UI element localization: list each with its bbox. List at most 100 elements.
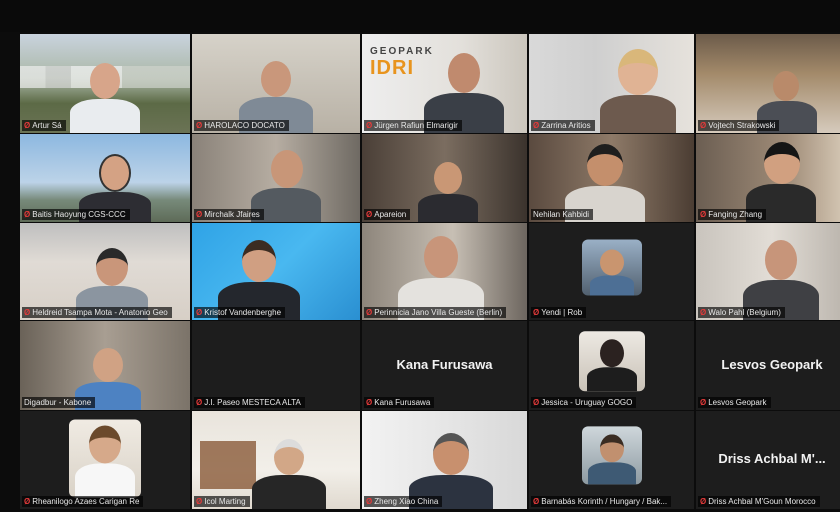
participant-name-tag: Ø Icol Marting: [194, 496, 250, 507]
participant-name: Nehilan Kahbidi: [533, 210, 590, 219]
mic-muted-icon: Ø: [533, 398, 540, 407]
participant-name: Apareion: [374, 210, 407, 219]
participant-name-tag: Ø HAROLACO DOCATO: [194, 120, 289, 131]
video-tile-active-speaker[interactable]: Nehilan Kahbidi: [529, 134, 694, 222]
participant-display-name: Driss Achbal M'...: [718, 451, 826, 466]
mic-muted-icon: Ø: [24, 308, 31, 317]
participant-avatar: [417, 162, 478, 222]
video-grid: Ø Artur Sá Ø HAROLACO DOCATO GEOPARK IDRI Ø…: [20, 34, 840, 512]
participant-name: Driss Achbal M'Goun Morocco: [708, 497, 816, 506]
participant-name: Jürgen Rafiun Elmarigir: [374, 121, 458, 130]
mic-muted-icon: Ø: [366, 398, 373, 407]
participant-avatar: [70, 63, 140, 133]
mic-muted-icon: Ø: [533, 121, 540, 130]
mic-muted-icon: Ø: [24, 210, 31, 219]
video-tile[interactable]: Ø Kristof Vandenberghe: [192, 223, 360, 320]
video-tile[interactable]: Digadbur - Kabone: [20, 321, 190, 410]
participant-display-name: Kana Furusawa: [396, 356, 493, 372]
mic-muted-icon: Ø: [366, 210, 373, 219]
participant-name: Rheanilogo Azaes Carigan Re: [32, 497, 140, 506]
mic-muted-icon: Ø: [533, 308, 540, 317]
video-tile[interactable]: Ø Icol Marting: [192, 411, 360, 509]
participant-name-tag: Ø Kristof Vandenberghe: [194, 307, 286, 318]
mic-muted-icon: Ø: [700, 308, 707, 317]
participant-thumbnail: [581, 239, 642, 296]
participant-name-tag: Ø Fanging Zhang: [698, 209, 767, 220]
video-tile[interactable]: GEOPARK IDRI Ø Jürgen Rafiun Elmarigir: [362, 34, 527, 133]
mic-muted-icon: Ø: [366, 308, 373, 317]
video-tile[interactable]: Ø Yendi | Rob: [529, 223, 694, 320]
participant-name: Kristof Vandenberghe: [204, 308, 282, 317]
screen-bezel: [0, 0, 840, 32]
video-tile[interactable]: Ø Zheng Xiao China: [362, 411, 527, 509]
mic-muted-icon: Ø: [700, 398, 707, 407]
video-tile[interactable]: Kana Furusawa Ø Kana Furusawa: [362, 321, 527, 410]
mic-muted-icon: Ø: [196, 497, 203, 506]
participant-name-tag: Ø J.I. Paseo MESTECA ALTA: [194, 397, 305, 408]
video-tile[interactable]: Lesvos Geopark Ø Lesvos Geopark: [696, 321, 840, 410]
video-tile[interactable]: Ø Heldreid Tsampa Mota - Anatonio Geo: [20, 223, 190, 320]
video-tile[interactable]: Ø Mirchalk Jfaires: [192, 134, 360, 222]
participant-name: HAROLACO DOCATO: [204, 121, 285, 130]
participant-name: Zheng Xiao China: [374, 497, 439, 506]
video-tile[interactable]: Driss Achbal M'... Ø Driss Achbal M'Goun …: [696, 411, 840, 509]
participant-name-tag: Ø Jürgen Rafiun Elmarigir: [364, 120, 462, 131]
mic-muted-icon: Ø: [700, 497, 707, 506]
participant-name: Icol Marting: [204, 497, 246, 506]
mic-muted-icon: Ø: [24, 497, 31, 506]
participant-name: Lesvos Geopark: [708, 398, 767, 407]
mic-muted-icon: Ø: [196, 210, 203, 219]
video-tile[interactable]: Ø Barnabás Korinth / Hungary / Bak...: [529, 411, 694, 509]
participant-name-tag: Digadbur - Kabone: [22, 397, 96, 408]
video-tile[interactable]: Ø Fanging Zhang: [696, 134, 840, 222]
participant-name: Vojtech Strakowski: [708, 121, 776, 130]
participant-avatar: [252, 439, 327, 509]
participant-name: Heldreid Tsampa Mota - Anatonio Geo: [32, 308, 168, 317]
participant-name: Kana Furusawa: [374, 398, 431, 407]
participant-name-tag: Ø Rheanilogo Azaes Carigan Re: [22, 496, 144, 507]
video-tile[interactable]: Ø Zarrina Aritios: [529, 34, 694, 133]
video-tile[interactable]: Ø Artur Sá: [20, 34, 190, 133]
participant-name-tag: Ø Barnabás Korinth / Hungary / Bak...: [531, 496, 672, 507]
participant-name-tag: Nehilan Kahbidi: [531, 209, 594, 220]
participant-name-tag: Ø Mirchalk Jfaires: [194, 209, 264, 220]
mic-muted-icon: Ø: [533, 497, 540, 506]
participant-name: Zarrina Aritios: [541, 121, 591, 130]
participant-name-tag: Ø Kana Furusawa: [364, 397, 435, 408]
participant-name: Perinnicia Jano Villa Gueste (Berlin): [374, 308, 503, 317]
participant-name-tag: Ø Jessica - Uruguay GOGO: [531, 397, 637, 408]
mic-muted-icon: Ø: [700, 121, 707, 130]
participant-name: Digadbur - Kabone: [24, 398, 92, 407]
video-tile[interactable]: Ø Jessica - Uruguay GOGO: [529, 321, 694, 410]
video-tile[interactable]: Ø Apareion: [362, 134, 527, 222]
participant-name: Baitis Haoyung CGS-CCC: [32, 210, 126, 219]
video-tile[interactable]: Ø Rheanilogo Azaes Carigan Re: [20, 411, 190, 509]
participant-name-tag: Ø Yendi | Rob: [531, 307, 587, 318]
video-tile[interactable]: Ø Perinnicia Jano Villa Gueste (Berlin): [362, 223, 527, 320]
participant-name-tag: Ø Perinnicia Jano Villa Gueste (Berlin): [364, 307, 507, 318]
participant-name: Fanging Zhang: [708, 210, 763, 219]
mic-muted-icon: Ø: [366, 121, 373, 130]
video-tile[interactable]: Ø J.I. Paseo MESTECA ALTA: [192, 321, 360, 410]
mic-muted-icon: Ø: [196, 121, 203, 130]
mic-muted-icon: Ø: [24, 121, 31, 130]
participant-name-tag: Ø Vojtech Strakowski: [698, 120, 780, 131]
participant-name-tag: Ø Baitis Haoyung CGS-CCC: [22, 209, 130, 220]
video-tile[interactable]: Ø HAROLACO DOCATO: [192, 34, 360, 133]
participant-name: Walo Pahl (Belgium): [708, 308, 781, 317]
participant-name: Artur Sá: [32, 121, 62, 130]
mic-muted-icon: Ø: [196, 308, 203, 317]
participant-name-tag: Ø Zheng Xiao China: [364, 496, 443, 507]
participant-name-tag: Ø Artur Sá: [22, 120, 66, 131]
video-tile[interactable]: Ø Vojtech Strakowski: [696, 34, 840, 133]
participant-name-tag: Ø Zarrina Aritios: [531, 120, 595, 131]
participant-name-tag: Ø Walo Pahl (Belgium): [698, 307, 785, 318]
video-tile[interactable]: Ø Baitis Haoyung CGS-CCC: [20, 134, 190, 222]
video-tile[interactable]: Ø Walo Pahl (Belgium): [696, 223, 840, 320]
participant-name: Mirchalk Jfaires: [204, 210, 260, 219]
participant-avatar: [599, 49, 676, 133]
participant-thumbnail: [578, 330, 645, 391]
participant-name-tag: Ø Apareion: [364, 209, 411, 220]
participant-name-tag: Ø Driss Achbal M'Goun Morocco: [698, 496, 820, 507]
participant-name: J.I. Paseo MESTECA ALTA: [204, 398, 301, 407]
